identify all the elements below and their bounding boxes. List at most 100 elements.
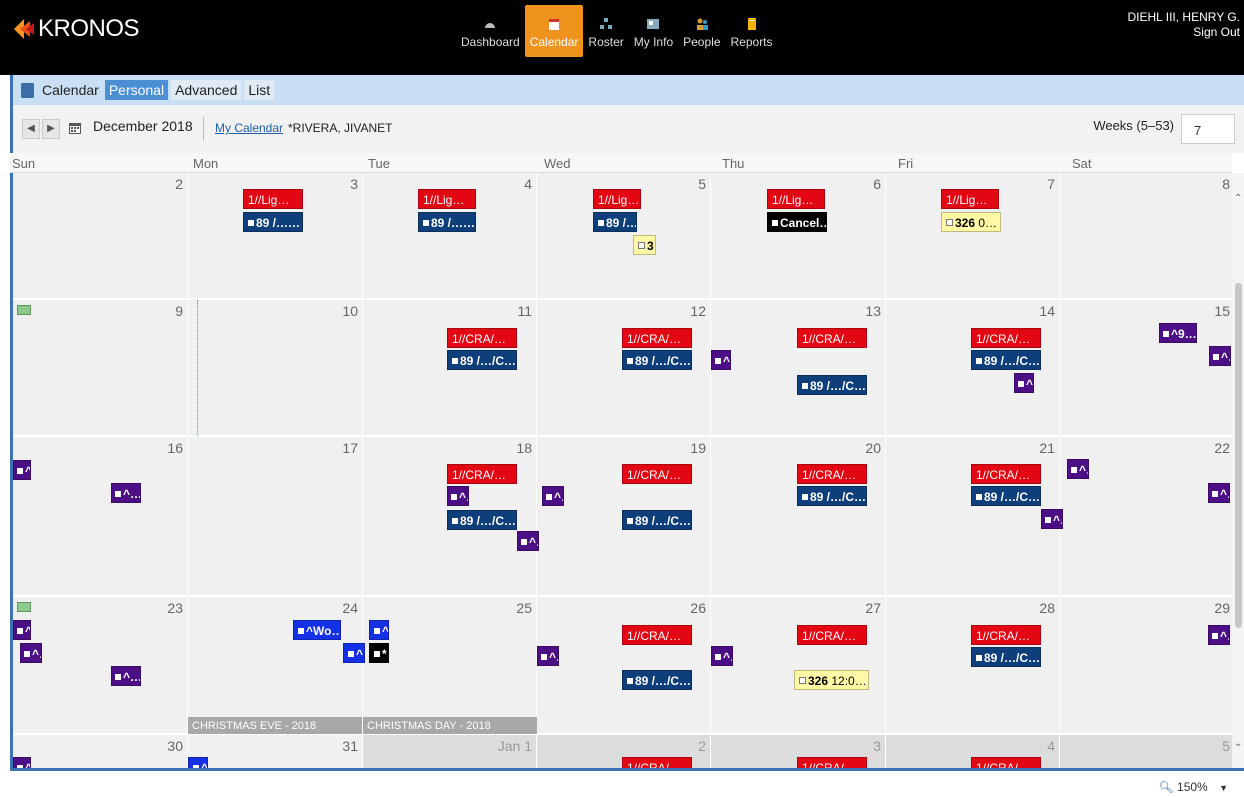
schedule-event[interactable]: ^…	[711, 646, 733, 666]
schedule-event[interactable]: ^…	[369, 620, 389, 640]
schedule-event[interactable]: ^…	[111, 483, 141, 503]
schedule-event[interactable]: ^…	[1014, 373, 1034, 393]
schedule-event[interactable]: 89 /…/C…	[622, 670, 692, 690]
schedule-event[interactable]: 1//CRA/…	[971, 328, 1041, 348]
day-cell[interactable]: 26	[537, 597, 711, 734]
day-cell[interactable]: 29	[1060, 597, 1232, 734]
schedule-event[interactable]: 1//CRA/…	[797, 328, 867, 348]
scrollbar-thumb[interactable]	[1235, 283, 1242, 628]
schedule-event[interactable]: 89 /…/C…	[622, 510, 692, 530]
schedule-event[interactable]: 89 /……	[418, 212, 476, 232]
schedule-event[interactable]: 89 /…/C…	[971, 350, 1041, 370]
scroll-down-icon[interactable]: ⌄	[1234, 738, 1242, 749]
schedule-event[interactable]: ^…	[188, 757, 208, 768]
schedule-event[interactable]: 1//Lig…	[418, 189, 476, 209]
day-cell[interactable]: 21	[886, 437, 1060, 596]
schedule-event[interactable]: 1//CRA/…	[622, 757, 692, 768]
day-cell[interactable]: 17	[188, 437, 363, 596]
day-cell[interactable]: 9	[13, 300, 188, 436]
schedule-event[interactable]: 3	[633, 235, 656, 255]
schedule-event[interactable]: ^…	[1209, 346, 1231, 366]
nav-my-info[interactable]: My Info	[629, 5, 678, 57]
tab-personal[interactable]: Personal	[104, 80, 169, 100]
day-cell[interactable]: 15	[1060, 300, 1232, 436]
schedule-event[interactable]: ^…	[1208, 483, 1230, 503]
schedule-event[interactable]: ^…	[537, 646, 559, 666]
weeks-input[interactable]: 7	[1181, 114, 1235, 144]
schedule-event[interactable]: Cancel…	[767, 212, 827, 232]
schedule-event[interactable]: ^…	[13, 620, 31, 640]
schedule-event[interactable]: 1//CRA/…	[797, 625, 867, 645]
schedule-event[interactable]: ^…	[517, 531, 539, 551]
schedule-event[interactable]: 89 /…/C…	[447, 510, 517, 530]
day-cell[interactable]: Jan 1	[363, 735, 537, 768]
schedule-event[interactable]: ^…	[343, 643, 365, 663]
schedule-event[interactable]: 1//CRA/…	[447, 464, 517, 484]
schedule-event[interactable]: ^…	[1208, 625, 1230, 645]
schedule-event[interactable]: ^…	[447, 486, 469, 506]
schedule-event[interactable]: 89 /…/C…	[797, 375, 867, 395]
nav-people[interactable]: People	[678, 5, 725, 57]
schedule-event[interactable]: ^…	[542, 486, 564, 506]
schedule-event[interactable]: ^…	[1067, 459, 1089, 479]
schedule-event[interactable]: ^…	[711, 350, 731, 370]
schedule-event[interactable]: 1//Lig…	[941, 189, 999, 209]
nav-calendar[interactable]: Calendar	[524, 5, 584, 57]
day-cell[interactable]: 20	[711, 437, 886, 596]
nav-dashboard[interactable]: Dashboard	[456, 5, 525, 57]
previous-period-button[interactable]: ◀	[22, 119, 40, 139]
schedule-event[interactable]: ^…	[1041, 509, 1063, 529]
my-calendar-link[interactable]: My Calendar	[215, 121, 283, 135]
day-cell[interactable]: 25	[363, 597, 537, 734]
day-cell[interactable]: 10	[188, 300, 363, 436]
schedule-event[interactable]: 1//CRA/…	[447, 328, 517, 348]
kronos-logo[interactable]: KRONOS	[12, 14, 140, 44]
schedule-event[interactable]: 1//CRA/…	[797, 464, 867, 484]
schedule-event[interactable]: 1//CRA/…	[971, 757, 1041, 768]
schedule-event[interactable]: 1//CRA/…	[971, 625, 1041, 645]
schedule-event[interactable]: ^…	[13, 460, 31, 480]
sign-out-link[interactable]: Sign Out	[1128, 25, 1240, 40]
day-cell[interactable]: 5	[1060, 735, 1232, 768]
schedule-event[interactable]: 1//CRA/…	[622, 464, 692, 484]
calendar-scrollbar[interactable]: ⌃ ⌄	[1232, 173, 1244, 768]
schedule-event[interactable]: 89 /……	[243, 212, 303, 232]
schedule-event[interactable]: 1//CRA/…	[622, 328, 692, 348]
schedule-event[interactable]: ^9…	[1159, 323, 1197, 343]
schedule-event[interactable]: 89 /…/C…	[797, 486, 867, 506]
day-cell[interactable]: 30	[13, 735, 188, 768]
day-cell[interactable]: 31	[188, 735, 363, 768]
schedule-event[interactable]: 1//Lig…	[243, 189, 303, 209]
date-picker-button[interactable]	[66, 119, 84, 139]
schedule-event[interactable]: 1//CRA/…	[797, 757, 867, 768]
schedule-event[interactable]: 1//Lig…	[767, 189, 825, 209]
schedule-event[interactable]: 1//Lig…	[593, 189, 641, 209]
schedule-event[interactable]: 89 /…/C…	[447, 350, 517, 370]
schedule-event[interactable]: ^…	[111, 666, 141, 686]
day-cell[interactable]: 2	[13, 173, 188, 299]
schedule-event[interactable]: 89 /…/C…	[971, 647, 1041, 667]
zoom-control[interactable]: 🔍︎ 150% ▼	[1158, 780, 1228, 794]
schedule-event[interactable]: 89 /…	[593, 212, 637, 232]
schedule-event[interactable]: 1//CRA/…	[622, 625, 692, 645]
day-cell[interactable]: 16	[13, 437, 188, 596]
day-cell[interactable]: 27	[711, 597, 886, 734]
scroll-up-icon[interactable]: ⌃	[1234, 193, 1242, 204]
next-period-button[interactable]: ▶	[42, 119, 60, 139]
day-cell[interactable]: 13	[711, 300, 886, 436]
schedule-event[interactable]: 89 /…/C…	[622, 350, 692, 370]
schedule-event[interactable]: 326 0…	[941, 212, 1001, 232]
schedule-event[interactable]: ^…	[20, 643, 42, 663]
tab-advanced[interactable]: Advanced	[171, 80, 242, 100]
day-cell[interactable]: 8	[1060, 173, 1232, 299]
schedule-event[interactable]: *	[369, 643, 389, 663]
nav-reports[interactable]: Reports	[726, 5, 778, 57]
schedule-event[interactable]: ^…	[13, 757, 31, 768]
tab-list[interactable]: List	[244, 80, 275, 100]
schedule-event[interactable]: 326 12:0…	[794, 670, 869, 690]
schedule-event[interactable]: 89 /…/C…	[971, 486, 1041, 506]
day-cell[interactable]: 23	[13, 597, 188, 734]
nav-roster[interactable]: Roster	[583, 5, 628, 57]
schedule-event[interactable]: ^Wo…	[293, 620, 341, 640]
day-cell[interactable]: 24	[188, 597, 363, 734]
